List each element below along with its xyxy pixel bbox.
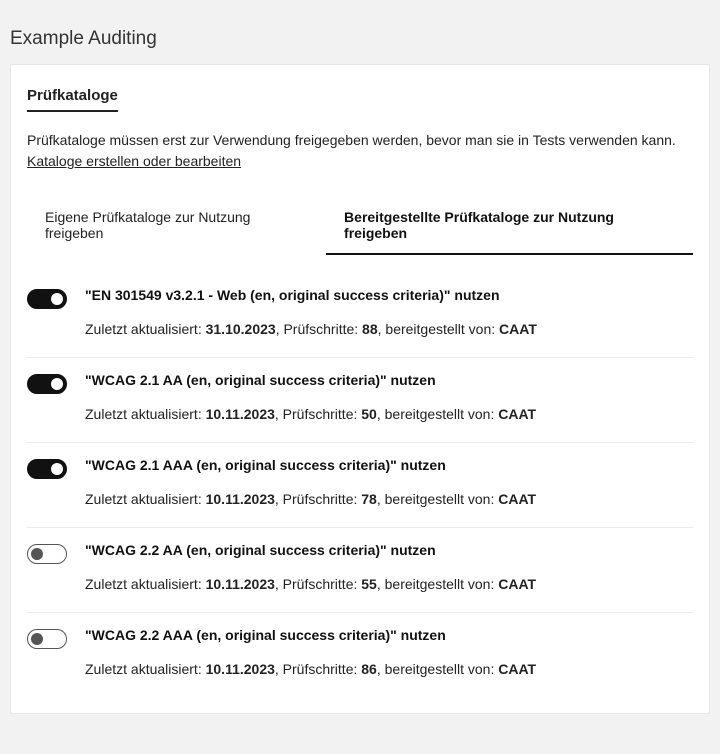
page-title: Example Auditing xyxy=(10,10,710,64)
meta-date: 10.11.2023 xyxy=(206,491,275,507)
meta-label-provider: , bereitgestellt von: xyxy=(377,576,498,592)
meta-label-updated: Zuletzt aktualisiert: xyxy=(85,661,206,677)
catalog-body: "WCAG 2.1 AAA (en, original success crit… xyxy=(85,457,693,507)
meta-provider: CAAT xyxy=(498,576,536,592)
catalog-toggle[interactable] xyxy=(27,459,67,479)
meta-label-updated: Zuletzt aktualisiert: xyxy=(85,321,206,337)
panel-pruefkataloge: Prüfkataloge Prüfkataloge müssen erst zu… xyxy=(10,64,710,714)
catalog-body: "WCAG 2.1 AA (en, original success crite… xyxy=(85,372,693,422)
link-catalogs-edit[interactable]: Kataloge erstellen oder bearbeiten xyxy=(27,153,241,169)
catalog-meta: Zuletzt aktualisiert: 31.10.2023, Prüfsc… xyxy=(85,321,693,337)
meta-provider: CAAT xyxy=(498,491,536,507)
meta-label-updated: Zuletzt aktualisiert: xyxy=(85,491,206,507)
meta-date: 10.11.2023 xyxy=(206,576,275,592)
meta-steps: 78 xyxy=(361,491,377,507)
catalog-list: "EN 301549 v3.2.1 - Web (en, original su… xyxy=(27,273,693,697)
meta-steps: 50 xyxy=(361,406,377,422)
meta-label-updated: Zuletzt aktualisiert: xyxy=(85,406,206,422)
catalog-title: "WCAG 2.1 AAA (en, original success crit… xyxy=(85,457,693,473)
catalog-meta: Zuletzt aktualisiert: 10.11.2023, Prüfsc… xyxy=(85,576,693,592)
tab-own-catalogs[interactable]: Eigene Prüfkataloge zur Nutzung freigebe… xyxy=(27,197,326,255)
catalog-body: "WCAG 2.2 AAA (en, original success crit… xyxy=(85,627,693,677)
meta-provider: CAAT xyxy=(498,406,536,422)
intro-text: Prüfkataloge müssen erst zur Verwendung … xyxy=(27,130,693,151)
sub-tab-row: Eigene Prüfkataloge zur Nutzung freigebe… xyxy=(27,197,693,255)
catalog-toggle[interactable] xyxy=(27,629,67,649)
toggle-knob xyxy=(31,548,43,560)
toggle-knob xyxy=(51,293,63,305)
meta-date: 10.11.2023 xyxy=(206,661,275,677)
meta-steps: 86 xyxy=(361,661,377,677)
catalog-title: "WCAG 2.2 AA (en, original success crite… xyxy=(85,542,693,558)
meta-label-steps: , Prüfschritte: xyxy=(275,491,361,507)
meta-provider: CAAT xyxy=(498,661,536,677)
meta-steps: 55 xyxy=(361,576,377,592)
catalog-toggle[interactable] xyxy=(27,289,67,309)
meta-label-updated: Zuletzt aktualisiert: xyxy=(85,576,206,592)
meta-label-provider: , bereitgestellt von: xyxy=(377,661,498,677)
panel-tab-pruefkataloge[interactable]: Prüfkataloge xyxy=(27,81,118,112)
meta-label-provider: , bereitgestellt von: xyxy=(377,491,498,507)
meta-date: 31.10.2023 xyxy=(206,321,276,337)
catalog-title: "WCAG 2.2 AAA (en, original success crit… xyxy=(85,627,693,643)
catalog-body: "EN 301549 v3.2.1 - Web (en, original su… xyxy=(85,287,693,337)
toggle-knob xyxy=(51,463,63,475)
meta-label-steps: , Prüfschritte: xyxy=(275,576,361,592)
panel-tab-row: Prüfkataloge xyxy=(27,81,693,112)
catalog-meta: Zuletzt aktualisiert: 10.11.2023, Prüfsc… xyxy=(85,491,693,507)
meta-label-steps: , Prüfschritte: xyxy=(275,661,361,677)
catalog-title: "WCAG 2.1 AA (en, original success crite… xyxy=(85,372,693,388)
catalog-meta: Zuletzt aktualisiert: 10.11.2023, Prüfsc… xyxy=(85,406,693,422)
catalog-title: "EN 301549 v3.2.1 - Web (en, original su… xyxy=(85,287,693,303)
meta-provider: CAAT xyxy=(499,321,537,337)
catalog-item: "EN 301549 v3.2.1 - Web (en, original su… xyxy=(27,273,693,358)
catalog-body: "WCAG 2.2 AA (en, original success crite… xyxy=(85,542,693,592)
catalog-item: "WCAG 2.1 AAA (en, original success crit… xyxy=(27,443,693,528)
catalog-meta: Zuletzt aktualisiert: 10.11.2023, Prüfsc… xyxy=(85,661,693,677)
meta-steps: 88 xyxy=(362,321,378,337)
toggle-knob xyxy=(51,378,63,390)
meta-label-provider: , bereitgestellt von: xyxy=(378,321,499,337)
tab-provided-catalogs[interactable]: Bereitgestellte Prüfkataloge zur Nutzung… xyxy=(326,197,693,255)
catalog-toggle[interactable] xyxy=(27,544,67,564)
catalog-item: "WCAG 2.1 AA (en, original success crite… xyxy=(27,358,693,443)
catalog-toggle[interactable] xyxy=(27,374,67,394)
meta-date: 10.11.2023 xyxy=(206,406,275,422)
meta-label-steps: , Prüfschritte: xyxy=(276,321,362,337)
meta-label-provider: , bereitgestellt von: xyxy=(377,406,498,422)
catalog-item: "WCAG 2.2 AA (en, original success crite… xyxy=(27,528,693,613)
catalog-item: "WCAG 2.2 AAA (en, original success crit… xyxy=(27,613,693,697)
meta-label-steps: , Prüfschritte: xyxy=(275,406,361,422)
toggle-knob xyxy=(31,633,43,645)
